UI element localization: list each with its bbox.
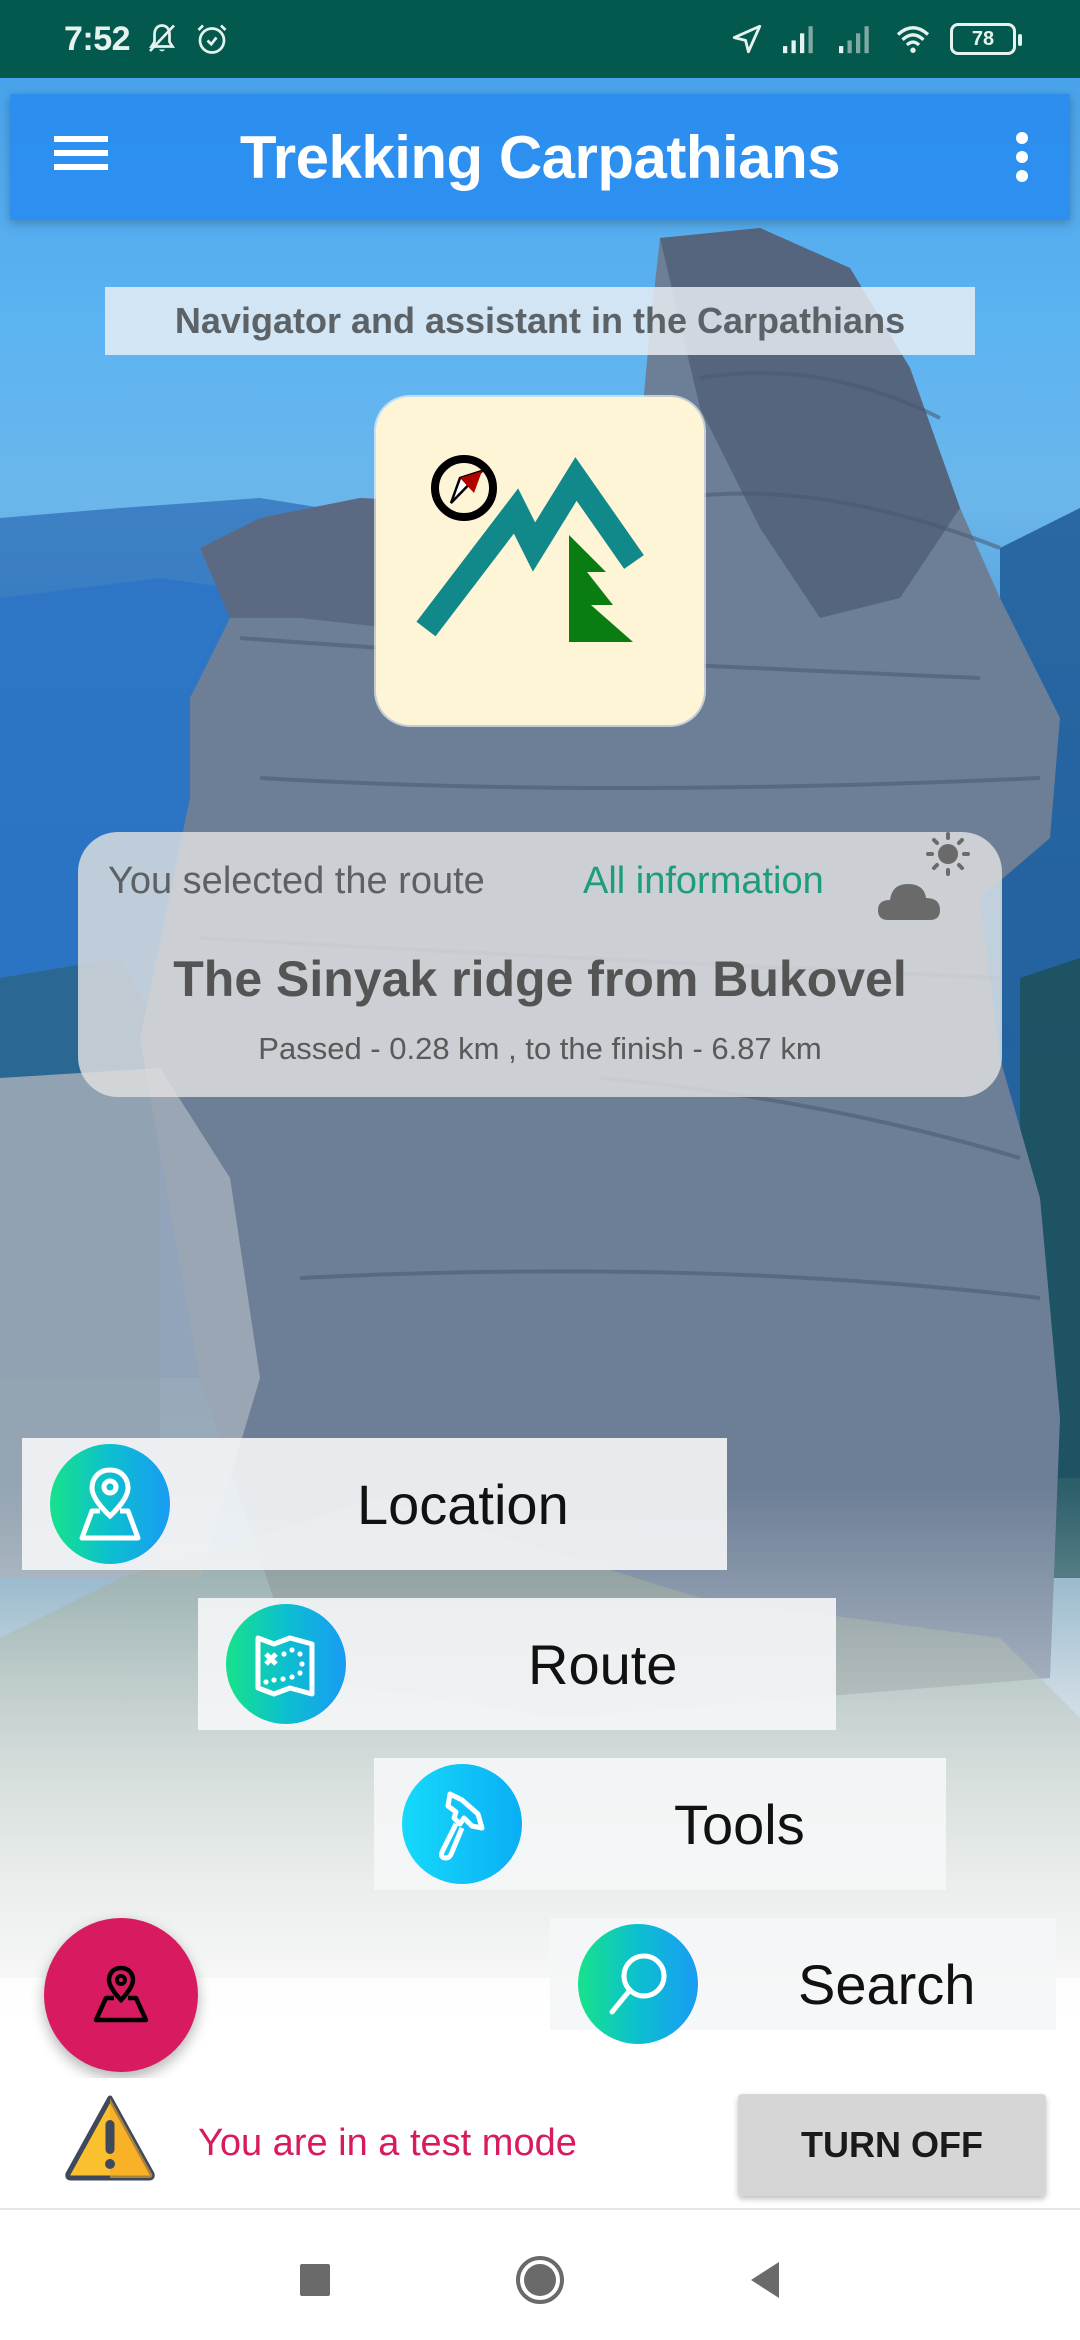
partly-sunny-cloud-icon[interactable] <box>874 832 974 932</box>
circle-home-icon[interactable] <box>510 2250 570 2310</box>
route-name: The Sinyak ridge from Bukovel <box>173 951 907 1007</box>
menu-route-label: Route <box>528 1633 678 1696</box>
menu-search-button[interactable]: Search <box>550 1918 1056 2044</box>
more-vert-icon[interactable] <box>1014 132 1030 182</box>
status-time: 7:52 <box>64 19 131 58</box>
square-recents-icon[interactable] <box>285 2250 345 2310</box>
app-title: Trekking Carpathians <box>239 123 841 191</box>
menu-location-label: Location <box>357 1473 569 1536</box>
selected-route-card[interactable]: You selected the route All information T… <box>78 832 1002 1097</box>
mountain-compass-tree-logo <box>416 455 644 642</box>
test-mode-message: You are in a test mode <box>198 2122 577 2164</box>
battery-level: 78 <box>971 27 995 50</box>
compass-icon <box>431 455 497 521</box>
alarm-icon <box>197 24 227 54</box>
notifications-muted-icon <box>149 24 176 52</box>
triangle-back-icon[interactable] <box>735 2250 795 2310</box>
test-mode-bar: You are in a test mode TURN OFF <box>0 2078 1080 2208</box>
menu-location-button[interactable]: Location <box>22 1438 727 1570</box>
battery-icon: 78 <box>950 23 1022 55</box>
menu-tools-label: Tools <box>674 1793 805 1856</box>
axe-icon <box>402 1764 522 1884</box>
hamburger-menu-icon[interactable] <box>54 136 108 176</box>
signal-sim1-icon <box>783 26 813 54</box>
route-progress-text: Passed - 0.28 km , to the finish - 6.87 … <box>258 1031 822 1066</box>
system-navigation-bar <box>0 2208 1080 2340</box>
app-subtitle: Navigator and assistant in the Carpathia… <box>105 287 975 355</box>
status-bar: 7:52 78 <box>0 0 1080 78</box>
app-bar: Trekking Carpathians <box>10 94 1070 220</box>
location-arrow-icon <box>732 24 762 54</box>
location-map-pin-icon <box>50 1444 170 1564</box>
turn-off-test-mode-button[interactable]: TURN OFF <box>738 2094 1046 2196</box>
app-logo <box>376 397 704 725</box>
my-location-map-icon <box>93 1965 149 2023</box>
menu-route-button[interactable]: Route <box>198 1598 836 1730</box>
warning-triangle-icon <box>65 2095 155 2181</box>
menu-search-label: Search <box>798 1953 976 2016</box>
signal-sim2-icon <box>839 26 869 54</box>
all-information-link[interactable]: All information <box>583 860 824 903</box>
my-location-fab[interactable] <box>44 1918 198 2072</box>
wifi-icon <box>896 26 930 53</box>
mountain-shape <box>416 457 644 637</box>
treasure-map-icon <box>226 1604 346 1724</box>
menu-tools-button[interactable]: Tools <box>374 1758 946 1890</box>
route-selected-label: You selected the route <box>108 860 485 902</box>
magnifier-icon <box>578 1924 698 2044</box>
